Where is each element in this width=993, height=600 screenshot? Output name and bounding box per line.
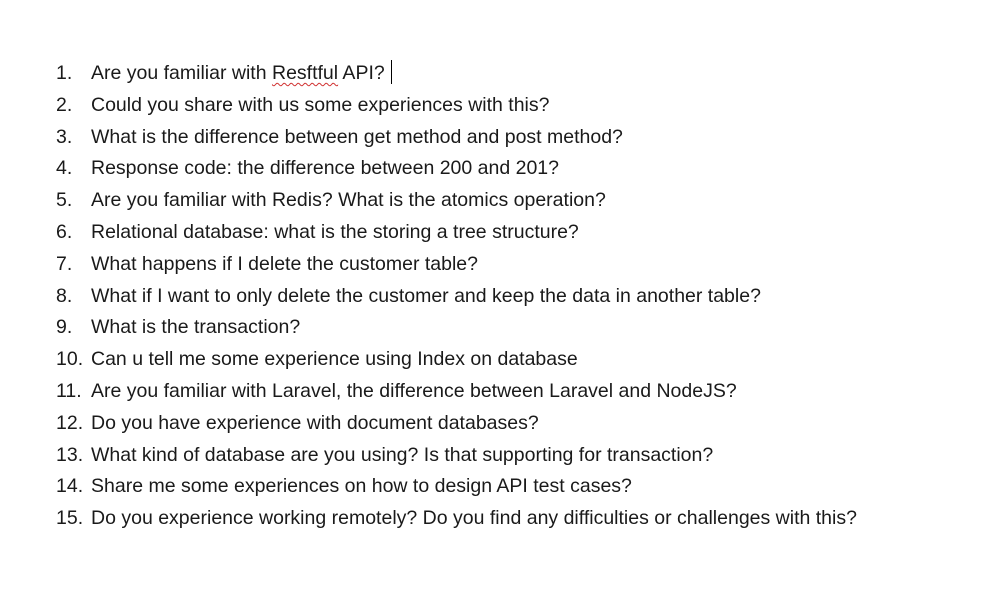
list-number: 9. xyxy=(56,316,73,339)
list-item: 2. Could you share with us some experien… xyxy=(56,90,936,120)
list-text[interactable]: What happens if I delete the customer ta… xyxy=(91,249,936,279)
list-text[interactable]: Are you familiar with Resftful API? xyxy=(91,58,936,88)
list-number: 14. xyxy=(56,475,84,498)
list-item: 6. Relational database: what is the stor… xyxy=(56,217,936,247)
list-text[interactable]: What is the difference between get metho… xyxy=(91,122,936,152)
list-number: 13. xyxy=(56,443,84,466)
list-text[interactable]: Are you familiar with Redis? What is the… xyxy=(91,185,936,215)
list-number: 12. xyxy=(56,411,84,434)
list-text[interactable]: Share me some experiences on how to desi… xyxy=(91,471,936,501)
list-text[interactable]: Are you familiar with Laravel, the diffe… xyxy=(91,376,936,406)
list-item: 12. Do you have experience with document… xyxy=(56,408,936,438)
list-text[interactable]: Do you have experience with document dat… xyxy=(91,408,936,438)
list-text[interactable]: What if I want to only delete the custom… xyxy=(91,281,936,311)
misspelled-word[interactable]: Resftful xyxy=(272,62,338,84)
list-text[interactable]: Response code: the difference between 20… xyxy=(91,153,936,183)
list-item: 3. What is the difference between get me… xyxy=(56,122,936,152)
document-page[interactable]: 1. Are you familiar with Resftful API? 2… xyxy=(0,0,993,600)
list-text[interactable]: Could you share with us some experiences… xyxy=(91,90,936,120)
list-item: 11. Are you familiar with Laravel, the d… xyxy=(56,376,936,406)
list-item: 8. What if I want to only delete the cus… xyxy=(56,281,936,311)
list-number: 6. xyxy=(56,220,73,243)
list-item: 1. Are you familiar with Resftful API? xyxy=(56,58,936,88)
list-item: 5. Are you familiar with Redis? What is … xyxy=(56,185,936,215)
question-list: 1. Are you familiar with Resftful API? 2… xyxy=(56,58,936,535)
list-item: 4. Response code: the difference between… xyxy=(56,153,936,183)
list-number: 7. xyxy=(56,252,73,275)
list-item: 7. What happens if I delete the customer… xyxy=(56,249,936,279)
list-item: 13. What kind of database are you using?… xyxy=(56,440,936,470)
list-number: 2. xyxy=(56,93,73,116)
text-segment: Are you familiar with xyxy=(91,62,272,84)
list-number: 8. xyxy=(56,284,73,307)
list-item: 9. What is the transaction? xyxy=(56,312,936,342)
list-item: 10. Can u tell me some experience using … xyxy=(56,344,936,374)
list-number: 5. xyxy=(56,189,73,212)
list-number: 3. xyxy=(56,125,73,148)
list-text[interactable]: What is the transaction? xyxy=(91,312,936,342)
text-cursor xyxy=(390,60,392,84)
list-item: 14. Share me some experiences on how to … xyxy=(56,471,936,501)
list-number: 15. xyxy=(56,507,84,530)
list-text[interactable]: Can u tell me some experience using Inde… xyxy=(91,344,936,374)
list-text[interactable]: Relational database: what is the storing… xyxy=(91,217,936,247)
list-number: 4. xyxy=(56,157,73,180)
list-text[interactable]: What kind of database are you using? Is … xyxy=(91,440,936,470)
text-segment: API? xyxy=(338,62,385,84)
list-number: 1. xyxy=(56,62,73,84)
list-number: 11. xyxy=(56,379,82,402)
list-number: 10. xyxy=(56,348,84,371)
list-item: 15. Do you experience working remotely? … xyxy=(56,503,936,533)
list-text[interactable]: Do you experience working remotely? Do y… xyxy=(91,503,936,533)
